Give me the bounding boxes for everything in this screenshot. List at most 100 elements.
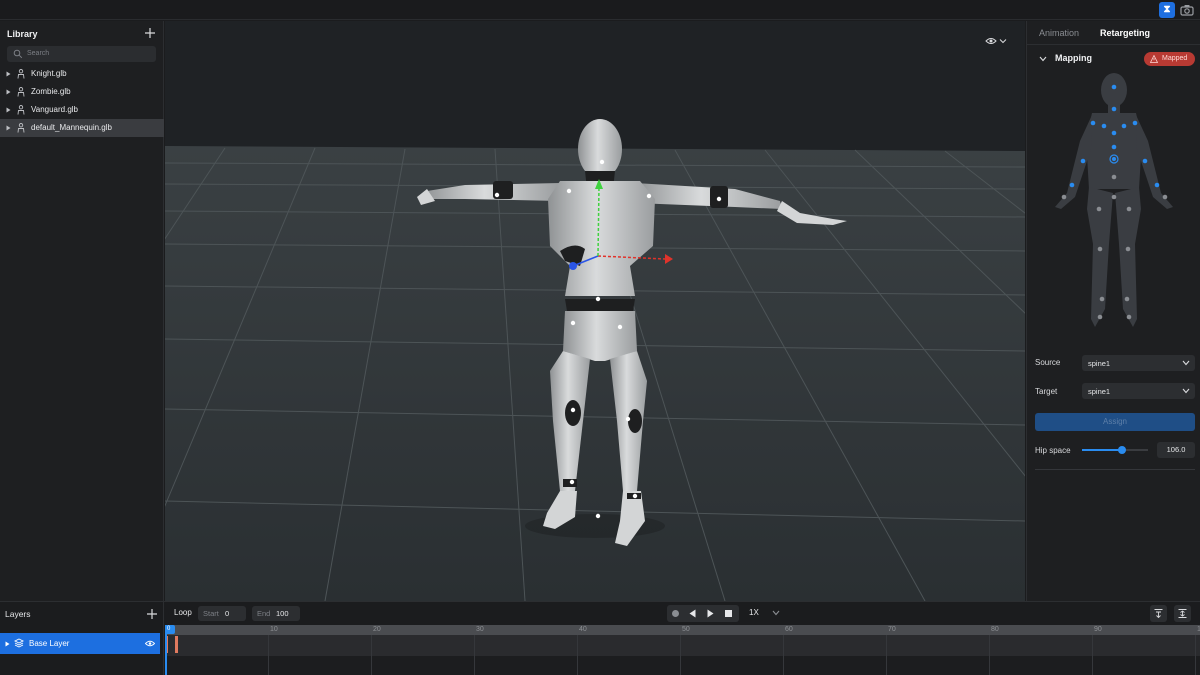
timeline-track-area[interactable]: 102030405060708090100 0 — [165, 625, 1200, 675]
person-icon — [17, 87, 25, 97]
skeleton-map[interactable] — [1047, 69, 1181, 331]
divider — [1035, 469, 1195, 470]
end-frame-field[interactable]: End 100 — [252, 606, 300, 621]
search-input[interactable]: Search — [27, 50, 49, 57]
library-item[interactable]: Vanguard.glb — [0, 101, 164, 119]
start-frame-field[interactable]: Start 0 — [198, 606, 246, 621]
add-layer-icon[interactable] — [146, 608, 158, 620]
status-badge: Mapped — [1144, 52, 1195, 66]
tick-label: 60 — [785, 626, 793, 633]
search-icon — [13, 49, 23, 59]
add-asset-icon[interactable] — [144, 27, 156, 39]
eye-icon[interactable] — [145, 640, 155, 647]
caret-right-icon[interactable] — [5, 641, 10, 647]
chevron-down-icon[interactable] — [772, 610, 780, 616]
tick-label: 30 — [476, 626, 484, 633]
assign-button-label: Assign — [1102, 417, 1127, 426]
transport-controls — [667, 605, 739, 622]
caret-right-icon[interactable] — [6, 89, 11, 95]
bottom-panel: Layers Base Layer Loop Start 0 End 100 1… — [0, 601, 1200, 675]
layer-item[interactable]: Base Layer — [0, 633, 160, 654]
mapping-title: Mapping — [1055, 53, 1092, 63]
person-icon — [17, 69, 25, 79]
loop-toggle[interactable]: Loop — [174, 608, 192, 617]
tick-label: 40 — [579, 626, 587, 633]
timeline-gridline — [474, 635, 475, 675]
assign-button[interactable]: Assign — [1035, 413, 1195, 431]
timeline-gridline — [268, 635, 269, 675]
record-icon[interactable] — [670, 608, 681, 619]
library-item[interactable]: Knight.glb — [0, 65, 164, 83]
slider-handle[interactable] — [1117, 446, 1126, 454]
timeline-gridline — [680, 635, 681, 675]
tick-label: 80 — [991, 626, 999, 633]
play-icon[interactable] — [705, 608, 716, 619]
target-label: Target — [1035, 387, 1058, 396]
caret-right-icon[interactable] — [6, 107, 11, 113]
warning-icon — [1150, 55, 1158, 63]
library-search[interactable]: Search — [7, 46, 156, 62]
timeline-gridline — [1092, 635, 1093, 675]
timeline-gridline — [577, 635, 578, 675]
timeline-controls: Loop Start 0 End 100 1X — [165, 602, 1200, 625]
library-item[interactable]: Zombie.glb — [0, 83, 164, 101]
library-item-label: default_Mannequin.glb — [31, 123, 112, 132]
camera-icon[interactable] — [1180, 3, 1194, 17]
tab-retargeting[interactable]: Retargeting — [1100, 28, 1150, 38]
tick-label: 50 — [682, 626, 690, 633]
layers-title: Layers — [5, 609, 31, 619]
start-value: 0 — [225, 609, 230, 618]
chevron-down-icon — [1182, 360, 1190, 366]
playhead-frame[interactable]: 0 — [165, 625, 175, 634]
app-mode-button[interactable]: ⧗ — [1159, 2, 1175, 18]
hip-space-slider[interactable] — [1082, 446, 1148, 454]
start-label: Start — [203, 609, 219, 618]
timeline-ruler[interactable]: 102030405060708090100 — [165, 625, 1200, 635]
timeline-gridline — [783, 635, 784, 675]
hip-space-label: Hip space — [1035, 446, 1071, 455]
tick-label: 70 — [888, 626, 896, 633]
chevron-down-icon[interactable] — [1039, 56, 1047, 62]
person-icon — [17, 123, 25, 133]
caret-right-icon[interactable] — [6, 125, 11, 131]
chevron-down-icon — [1182, 388, 1190, 394]
status-badge-label: Mapped — [1162, 55, 1188, 62]
library-item-label: Knight.glb — [31, 69, 67, 78]
library-title: Library — [7, 29, 38, 39]
timeline-filter-button[interactable] — [1150, 605, 1167, 622]
filter-icon — [1154, 609, 1163, 618]
layers-icon — [14, 638, 24, 648]
keyframe[interactable] — [175, 636, 178, 653]
slider-fill — [1082, 449, 1122, 451]
top-bar: ⧗ — [0, 0, 1200, 20]
caret-right-icon[interactable] — [6, 71, 11, 77]
target-select-value: spine1 — [1088, 387, 1111, 396]
playback-speed[interactable]: 1X — [749, 608, 759, 617]
source-label: Source — [1035, 358, 1061, 367]
3d-viewport[interactable] — [165, 21, 1025, 601]
library-item-label: Zombie.glb — [31, 87, 71, 96]
properties-panel: Animation Retargeting Mapping Mapped Sou… — [1026, 21, 1200, 601]
tab-divider — [1027, 44, 1200, 45]
tick-label: 20 — [373, 626, 381, 633]
layer-track[interactable] — [165, 635, 1200, 656]
timeline-fit-button[interactable] — [1174, 605, 1191, 622]
hip-space-input[interactable]: 106.0 — [1157, 442, 1195, 458]
library-item-label: Vanguard.glb — [31, 105, 78, 114]
target-select[interactable]: spine1 — [1082, 383, 1195, 399]
end-label: End — [257, 609, 271, 618]
timeline-gridline — [1195, 635, 1196, 675]
library-item-selected[interactable]: default_Mannequin.glb — [0, 119, 164, 137]
stop-icon[interactable] — [723, 608, 734, 619]
visibility-toggle-icon[interactable] — [985, 36, 1009, 46]
layer-item-label: Base Layer — [29, 639, 70, 648]
scene-render[interactable] — [165, 21, 1025, 601]
library-panel: Library Search Knight.glb Zombie.glb Van… — [0, 21, 164, 601]
layers-panel: Layers Base Layer — [0, 602, 164, 675]
source-select[interactable]: spine1 — [1082, 355, 1195, 371]
tick-label: 90 — [1094, 626, 1102, 633]
timeline-gridline — [989, 635, 990, 675]
tab-animation[interactable]: Animation — [1039, 28, 1079, 38]
step-back-icon[interactable] — [687, 608, 698, 619]
fit-icon — [1178, 609, 1187, 618]
